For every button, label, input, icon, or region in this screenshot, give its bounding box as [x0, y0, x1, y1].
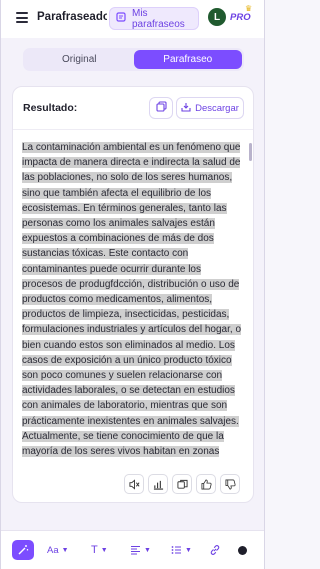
document-list-icon — [116, 12, 126, 25]
chevron-down-icon: ▼ — [61, 546, 69, 554]
download-label: Descargar — [195, 102, 239, 114]
result-card: Resultado: Descargar La contaminación am… — [12, 86, 254, 503]
chevron-down-icon: ▼ — [100, 546, 108, 554]
result-label: Resultado: — [23, 102, 78, 114]
app-title: Parafraseador — [37, 11, 107, 23]
chevron-down-icon: ▼ — [144, 546, 151, 554]
avatar[interactable]: L — [208, 8, 226, 26]
mute-button[interactable] — [124, 474, 144, 494]
download-icon — [181, 102, 191, 115]
like-button[interactable] — [196, 474, 216, 494]
app-screen: Parafraseador Mis parafraseos L ♛ PRO Or… — [0, 0, 265, 569]
result-actions — [124, 474, 240, 494]
bullet-list-icon — [171, 546, 181, 554]
link-icon — [210, 545, 220, 555]
stats-button[interactable] — [148, 474, 168, 494]
list-dropdown[interactable]: ▼ — [171, 541, 192, 559]
pro-badge: PRO — [230, 12, 251, 23]
text-style-dropdown[interactable]: T ▼ — [91, 541, 108, 559]
paraphrased-text[interactable]: La contaminación ambiental es un fenómen… — [22, 140, 244, 461]
my-paraphrases-label: Mis parafraseos — [132, 7, 185, 30]
my-paraphrases-button[interactable]: Mis parafraseos — [109, 7, 199, 30]
dislike-button[interactable] — [220, 474, 240, 494]
cards-icon — [176, 479, 188, 489]
hamburger-menu-icon[interactable] — [16, 12, 28, 23]
thumbs-down-icon — [225, 479, 236, 489]
format-toolbar: Aa ▼ T ▼ ▼ ▼ — [1, 530, 264, 569]
view-tabs: Original Parafraseo — [23, 48, 244, 71]
copy-button[interactable] — [149, 97, 173, 119]
copy-icon — [155, 99, 167, 117]
magic-wand-icon — [18, 545, 29, 555]
link-button[interactable] — [209, 541, 221, 559]
download-button[interactable]: Descargar — [176, 97, 244, 119]
thumbs-up-icon — [201, 479, 212, 489]
text-style-label: T — [91, 544, 98, 556]
font-size-label: Aa — [47, 544, 59, 556]
alignment-dropdown[interactable]: ▼ — [130, 541, 151, 559]
tab-paraphrase[interactable]: Parafraseo — [133, 50, 242, 69]
highlighted-result-text: La contaminación ambiental es un fenómen… — [22, 142, 242, 461]
divider — [13, 129, 253, 130]
magic-wand-button[interactable] — [12, 540, 34, 560]
tab-original[interactable]: Original — [25, 50, 134, 69]
compare-button[interactable] — [172, 474, 192, 494]
chevron-down-icon: ▼ — [185, 546, 192, 554]
font-size-dropdown[interactable]: Aa ▼ — [47, 541, 69, 559]
bar-chart-icon — [153, 480, 163, 490]
align-left-icon — [131, 545, 140, 555]
scrollbar[interactable] — [249, 143, 252, 161]
text-color-button[interactable] — [238, 546, 247, 555]
speaker-mute-icon — [128, 478, 139, 490]
top-bar: Parafraseador Mis parafraseos L ♛ PRO — [1, 0, 264, 38]
